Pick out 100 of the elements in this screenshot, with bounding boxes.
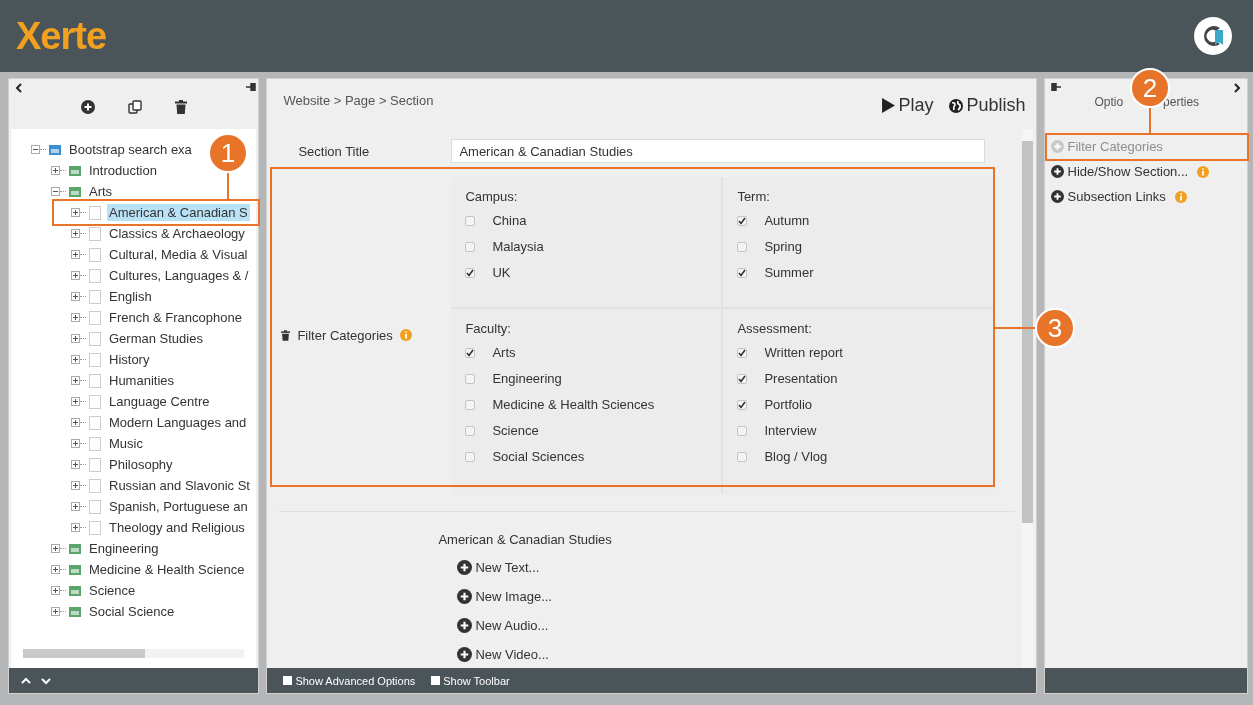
tree-item[interactable]: Arts bbox=[87, 183, 115, 200]
checkbox[interactable] bbox=[737, 215, 748, 226]
expander-icon[interactable] bbox=[71, 502, 80, 511]
copy-icon[interactable] bbox=[127, 100, 142, 114]
expander-icon[interactable] bbox=[71, 397, 80, 406]
page-icon bbox=[89, 226, 101, 241]
tree-item[interactable]: Language Centre bbox=[107, 393, 212, 410]
new-item-button[interactable]: New Video... bbox=[457, 645, 549, 664]
breadcrumb: Website > Page > Section bbox=[283, 93, 434, 108]
expander-icon[interactable] bbox=[71, 439, 80, 448]
new-item-button[interactable]: New Audio... bbox=[457, 616, 549, 635]
new-item-button[interactable]: New Text... bbox=[457, 558, 540, 577]
delete-icon[interactable] bbox=[281, 329, 291, 341]
tree-item[interactable]: Social Science bbox=[87, 603, 177, 620]
expander-icon[interactable] bbox=[71, 313, 80, 322]
tree-item[interactable]: Humanities bbox=[107, 372, 177, 389]
expander-icon[interactable] bbox=[51, 565, 60, 574]
play-button[interactable]: Play bbox=[882, 95, 934, 116]
collapse-left-icon[interactable] bbox=[15, 83, 23, 93]
folder-icon bbox=[69, 563, 81, 576]
expander-icon[interactable] bbox=[71, 334, 80, 343]
vertical-scrollbar[interactable] bbox=[1021, 129, 1033, 668]
tree-item[interactable]: History bbox=[107, 351, 152, 368]
page-icon bbox=[89, 373, 101, 388]
tree-item[interactable]: Medicine & Health Science bbox=[87, 561, 247, 578]
expander-icon[interactable] bbox=[71, 355, 80, 364]
group-title: Assessment: bbox=[737, 321, 813, 336]
move-up-icon[interactable] bbox=[21, 676, 31, 685]
expander-icon[interactable] bbox=[51, 586, 60, 595]
tree-item[interactable]: English bbox=[107, 288, 154, 305]
option-label: Social Sciences bbox=[492, 449, 585, 464]
expander-icon[interactable] bbox=[71, 229, 80, 238]
add-icon bbox=[1050, 140, 1064, 153]
expander-icon[interactable] bbox=[71, 250, 80, 259]
expander-icon[interactable] bbox=[71, 418, 80, 427]
publish-button[interactable]: Publish bbox=[949, 95, 1026, 116]
tree-item[interactable]: Science bbox=[87, 582, 138, 599]
tree-item[interactable]: Theology and Religious bbox=[107, 519, 247, 536]
expander-icon[interactable] bbox=[51, 544, 60, 553]
page-icon bbox=[89, 457, 101, 472]
new-item-button[interactable]: New Image... bbox=[457, 587, 552, 606]
expander-icon[interactable] bbox=[51, 166, 60, 175]
tree-item[interactable]: French & Francophone bbox=[107, 309, 244, 326]
collapse-right-icon[interactable] bbox=[1233, 83, 1241, 93]
tree-item[interactable]: Bootstrap search exa bbox=[67, 141, 194, 158]
property-item[interactable]: Subsection Links bbox=[1050, 186, 1187, 207]
expander-icon[interactable] bbox=[71, 271, 80, 280]
expander-icon[interactable] bbox=[71, 208, 80, 217]
delete-icon[interactable] bbox=[174, 100, 187, 114]
expander-icon[interactable] bbox=[71, 292, 80, 301]
tree-item[interactable]: Russian and Slavonic St bbox=[107, 477, 252, 494]
expander-icon[interactable] bbox=[51, 607, 60, 616]
group-title: Faculty: bbox=[465, 321, 512, 336]
add-icon bbox=[457, 589, 473, 604]
leader-line bbox=[227, 172, 229, 199]
checkbox[interactable] bbox=[431, 676, 441, 685]
tree-item[interactable]: Philosophy bbox=[107, 456, 175, 473]
checkbox[interactable] bbox=[465, 267, 476, 278]
tree-item[interactable]: Classics & Archaeology bbox=[107, 225, 247, 242]
pin-icon[interactable] bbox=[246, 83, 257, 91]
option-label: Summer bbox=[764, 265, 814, 280]
move-down-icon[interactable] bbox=[41, 676, 51, 685]
tree-item[interactable]: Music bbox=[107, 435, 145, 452]
option-label: China bbox=[492, 213, 527, 228]
expander-icon[interactable] bbox=[31, 145, 40, 154]
section-title-field[interactable]: American & Canadian Studies bbox=[451, 139, 986, 163]
group-title: Campus: bbox=[465, 189, 519, 204]
page-icon bbox=[89, 478, 101, 493]
expander-icon[interactable] bbox=[71, 523, 80, 532]
checkbox[interactable] bbox=[737, 373, 748, 384]
expander-icon[interactable] bbox=[71, 376, 80, 385]
pin-icon[interactable] bbox=[1050, 83, 1061, 91]
tree-item[interactable]: Spanish, Portuguese an bbox=[107, 498, 250, 515]
expander-icon[interactable] bbox=[71, 481, 80, 490]
group-title: Term: bbox=[737, 189, 771, 204]
option-label: Blog / Vlog bbox=[764, 449, 828, 464]
section-heading: American & Canadian Studies bbox=[438, 532, 612, 547]
expander-icon[interactable] bbox=[51, 187, 60, 196]
option-label: Engineering bbox=[492, 371, 562, 386]
tree-item[interactable]: American & Canadian S bbox=[107, 204, 250, 221]
horizontal-scrollbar[interactable] bbox=[23, 649, 245, 658]
checkbox[interactable] bbox=[737, 267, 748, 278]
tree-item[interactable]: Cultural, Media & Visual bbox=[107, 246, 250, 263]
tree-item[interactable]: Modern Languages and bbox=[107, 414, 249, 431]
panel-title: Optio bbox=[1094, 95, 1124, 109]
option-label: Medicine & Health Sciences bbox=[492, 397, 655, 412]
checkbox[interactable] bbox=[737, 399, 748, 410]
expander-icon[interactable] bbox=[71, 460, 80, 469]
tree-item[interactable]: Introduction bbox=[87, 162, 159, 179]
page-icon bbox=[89, 520, 101, 535]
checkbox[interactable] bbox=[283, 676, 293, 685]
tree-item[interactable]: German Studies bbox=[107, 330, 205, 347]
tree-item[interactable]: Cultures, Languages & / bbox=[107, 267, 251, 284]
property-item[interactable]: Hide/Show Section... bbox=[1050, 161, 1210, 182]
checkbox[interactable] bbox=[737, 347, 748, 358]
checkbox[interactable] bbox=[465, 347, 476, 358]
option-label: Presentation bbox=[764, 371, 838, 386]
add-icon[interactable] bbox=[80, 100, 95, 114]
tree-item[interactable]: Engineering bbox=[87, 540, 161, 557]
option-label: Portfolio bbox=[764, 397, 813, 412]
